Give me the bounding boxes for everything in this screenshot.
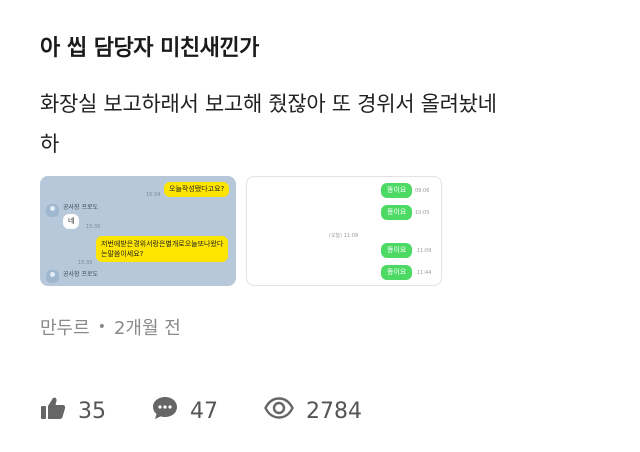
chat-bubble-green: 똥이요 — [381, 205, 413, 220]
sender-name: 공사장 프로도 — [63, 271, 99, 278]
meta-separator: • — [97, 319, 106, 335]
comment-count: 47 — [190, 398, 218, 424]
chat-time: 11:44 — [417, 270, 432, 276]
eye-icon — [264, 397, 306, 425]
date-label: (오늘) 11:09 — [329, 233, 359, 239]
image-thumbnail-1[interactable]: 오늘작성됐다고요? 15:34 공사장 프로도 네 15:35 저번에받은경위서… — [40, 176, 236, 286]
view-count: 2784 — [306, 398, 362, 424]
author-name[interactable]: 만두르 — [40, 314, 90, 340]
chat-time: 09:06 — [415, 188, 430, 194]
chat-bubble-green: 똥이요 — [381, 265, 413, 280]
chat-time: 11:09 — [417, 248, 432, 254]
chat-bubble-yellow: 오늘작성됐다고요? — [164, 182, 230, 197]
chat-bubble-green: 똥이요 — [381, 243, 413, 258]
post-stats: 35 47 2784 — [40, 396, 408, 426]
post-body-line-1: 화장실 보고하래서 보고해 줬잖아 또 경위서 올려놨네 — [40, 92, 497, 116]
image-thumbnail-2[interactable]: 똥이요 09:06 똥이요 10:05 (오늘) 11:09 똥이요 11:09… — [246, 176, 442, 286]
like-count: 35 — [78, 398, 106, 424]
post-meta: 만두르 • 2개월 전 — [40, 314, 181, 340]
post-title: 아 씹 담당자 미친새낀가 — [40, 36, 259, 61]
post-body: 화장실 보고하래서 보고해 줬잖아 또 경위서 올려놨네 하 — [40, 84, 620, 164]
chat-time: 15:35 — [78, 260, 93, 266]
chat-time: 15:35 — [86, 224, 101, 230]
chat-time: 15:34 — [146, 192, 161, 198]
speech-bubble-icon — [152, 396, 190, 426]
post-body-line-2: 하 — [40, 132, 60, 156]
avatar — [46, 270, 59, 283]
comment-stat[interactable]: 47 — [152, 396, 218, 426]
chat-bubble-green: 똥이요 — [381, 183, 413, 198]
post-time: 2개월 전 — [113, 318, 181, 339]
sender-name: 공사장 프로도 — [63, 204, 99, 211]
like-stat[interactable]: 35 — [40, 396, 106, 426]
chat-bubble-yellow: 저번에받은경위서랑은별개로오늘또나왔다 는말씀이세요? — [96, 236, 229, 262]
avatar — [46, 204, 59, 217]
thumbs-up-icon — [40, 396, 78, 426]
view-stat: 2784 — [264, 397, 362, 425]
chat-bubble-white: 네 — [63, 214, 80, 229]
chat-time: 10:05 — [415, 210, 430, 216]
